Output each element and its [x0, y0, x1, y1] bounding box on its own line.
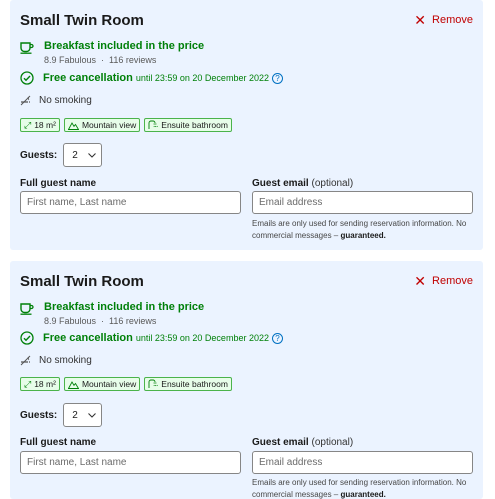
email-input[interactable]: Email address: [252, 191, 473, 214]
email-note-guaranteed: guaranteed.: [340, 490, 386, 499]
free-cancellation-label: Free cancellation: [43, 72, 133, 84]
full-name-placeholder: First name, Last name: [27, 457, 127, 468]
review-count: 116 reviews: [109, 316, 157, 326]
room-card: Small Twin Room ✕ Remove Breakfast inclu…: [10, 261, 483, 499]
breakfast-text: Breakfast included in the price: [44, 301, 205, 313]
email-placeholder: Email address: [259, 197, 323, 208]
shower-icon: [148, 379, 158, 389]
rating-line: 8.9 Fabulous · 116 reviews: [44, 55, 204, 65]
rating-line: 8.9 Fabulous · 116 reviews: [44, 316, 204, 326]
email-placeholder: Email address: [259, 457, 323, 468]
email-note-guaranteed: guaranteed.: [340, 231, 386, 240]
email-label-text: Guest email: [252, 178, 309, 189]
breakfast-row: Breakfast included in the price 8.9 Fabu…: [20, 40, 204, 65]
facility-chip-size: ⤢ 18 m²: [20, 118, 60, 132]
mountain-icon: [67, 380, 79, 389]
cancellation-row: Free cancellation until 23:59 on 20 Dece…: [20, 71, 283, 85]
facility-label: Ensuite bathroom: [161, 379, 228, 389]
review-count: 116 reviews: [109, 55, 157, 65]
check-circle-icon: [20, 331, 34, 345]
no-smoking-row: No smoking: [20, 95, 92, 106]
rating-score: 8.9 Fabulous: [44, 55, 97, 65]
facility-chip-bathroom: Ensuite bathroom: [144, 377, 232, 391]
guests-label: Guests:: [20, 149, 58, 161]
room-size-icon: ⤢: [24, 378, 32, 389]
email-optional-text: (optional): [311, 437, 354, 448]
facility-label: Ensuite bathroom: [161, 120, 228, 130]
cancellation-deadline: until 23:59 on 20 December 2022: [135, 73, 269, 83]
full-name-label: Full guest name: [20, 437, 96, 448]
full-name-input[interactable]: First name, Last name: [20, 191, 241, 214]
breakfast-row: Breakfast included in the price 8.9 Fabu…: [20, 301, 204, 326]
full-name-placeholder: First name, Last name: [27, 197, 127, 208]
chevron-down-icon: [88, 412, 97, 418]
rating-score: 8.9 Fabulous: [44, 316, 97, 326]
facility-list: ⤢ 18 m² Mountain view Ensuite bathroom: [20, 118, 232, 132]
email-optional-text: (optional): [311, 178, 354, 189]
mountain-icon: [67, 121, 79, 130]
shower-icon: [148, 120, 158, 130]
email-note: Emails are only used for sending reserva…: [252, 477, 474, 499]
rating-separator: ·: [101, 55, 105, 65]
close-icon: ✕: [414, 12, 427, 28]
guests-selector: Guests: 2: [20, 403, 103, 427]
guests-selector: Guests: 2: [20, 143, 103, 167]
coffee-cup-icon: [20, 41, 34, 54]
no-smoking-label: No smoking: [39, 95, 92, 106]
no-smoking-icon: [20, 355, 31, 366]
help-icon[interactable]: ?: [271, 332, 283, 344]
help-icon[interactable]: ?: [271, 72, 283, 84]
no-smoking-icon: [20, 95, 31, 106]
facility-label: Mountain view: [81, 120, 137, 130]
facility-list: ⤢ 18 m² Mountain view Ensuite bathroom: [20, 377, 232, 391]
cancellation-row: Free cancellation until 23:59 on 20 Dece…: [20, 331, 283, 345]
chevron-down-icon: [88, 152, 97, 158]
guests-select[interactable]: 2: [63, 143, 103, 167]
room-title: Small Twin Room: [20, 12, 144, 29]
email-input[interactable]: Email address: [252, 451, 473, 474]
remove-label: Remove: [432, 275, 473, 287]
no-smoking-label: No smoking: [39, 355, 92, 366]
facility-label: 18 m²: [34, 120, 56, 130]
facility-label: Mountain view: [81, 379, 137, 389]
no-smoking-row: No smoking: [20, 355, 92, 366]
coffee-cup-icon: [20, 302, 34, 315]
facility-chip-view: Mountain view: [63, 118, 141, 132]
free-cancellation-label: Free cancellation: [43, 332, 133, 344]
email-label: Guest email (optional): [252, 178, 353, 189]
facility-chip-view: Mountain view: [63, 377, 141, 391]
rating-separator: ·: [101, 316, 105, 326]
breakfast-text: Breakfast included in the price: [44, 40, 205, 52]
facility-chip-bathroom: Ensuite bathroom: [144, 118, 232, 132]
room-size-icon: ⤢: [24, 119, 32, 130]
full-name-label-text: Full guest name: [20, 437, 97, 448]
remove-label: Remove: [432, 14, 473, 26]
email-note: Emails are only used for sending reserva…: [252, 218, 474, 242]
remove-button[interactable]: ✕ Remove: [414, 12, 473, 28]
guests-label: Guests:: [20, 409, 58, 421]
facility-chip-size: ⤢ 18 m²: [20, 377, 60, 391]
cancellation-deadline: until 23:59 on 20 December 2022: [135, 333, 269, 343]
guests-value: 2: [72, 409, 78, 421]
email-label: Guest email (optional): [252, 437, 353, 448]
remove-button[interactable]: ✕ Remove: [414, 273, 473, 289]
room-card: Small Twin Room ✕ Remove Breakfast inclu…: [10, 0, 483, 250]
full-name-label-text: Full guest name: [20, 178, 97, 189]
facility-label: 18 m²: [34, 379, 56, 389]
full-name-input[interactable]: First name, Last name: [20, 451, 241, 474]
check-circle-icon: [20, 71, 34, 85]
room-title: Small Twin Room: [20, 273, 144, 290]
guests-value: 2: [72, 149, 78, 161]
full-name-label: Full guest name: [20, 178, 96, 189]
guests-select[interactable]: 2: [63, 403, 103, 427]
close-icon: ✕: [414, 273, 427, 289]
email-label-text: Guest email: [252, 437, 309, 448]
